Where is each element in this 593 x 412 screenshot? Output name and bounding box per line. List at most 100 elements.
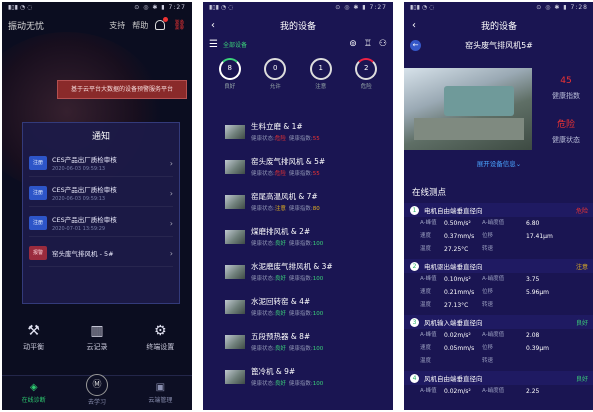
reading-label: 转速 bbox=[482, 246, 494, 252]
reading-label: 转速 bbox=[482, 358, 494, 364]
chevron-right-icon: › bbox=[169, 218, 173, 228]
device-title: 窑头废气排风机5# bbox=[465, 40, 533, 50]
balance-button[interactable]: ⚒ 动平衡 bbox=[2, 320, 65, 368]
index-label: 健康指数: bbox=[288, 346, 313, 352]
tab-cloud-management[interactable]: ▣ 云端管理 bbox=[129, 376, 192, 410]
notification-item[interactable]: 注册 CES产品出厂质检审核 2020-06-03 09:59:13 › bbox=[29, 180, 173, 207]
link-icon[interactable]: ⛓ bbox=[173, 20, 186, 31]
reading-value bbox=[526, 243, 566, 256]
status-right: ⊙ ◎ ✱ ▮ 7:27 bbox=[134, 4, 186, 11]
point-readings: A-峰值 0.02m/s² A-峭度值 2.25 bbox=[404, 385, 593, 398]
reading-value bbox=[526, 355, 566, 368]
stat-ring: 8 bbox=[218, 58, 241, 80]
device-item[interactable]: 窑头废气排风机 & 5# 健康状态:危险 健康指数:55 bbox=[203, 149, 393, 184]
device-item[interactable]: 水泥回转窑 & 4# 健康状态:良好 健康指数:100 bbox=[203, 289, 393, 324]
stat-attention[interactable]: 1 注意 bbox=[298, 54, 344, 100]
stat-allowed[interactable]: 0 允许 bbox=[253, 54, 299, 100]
device-name: 生料立磨 & 1# bbox=[251, 122, 303, 131]
status-bar: ▮▯▮ ◔ ◌ ⊙ ◎ ✱ ▮ 7:27 bbox=[203, 2, 393, 14]
device-status: 危险 bbox=[274, 136, 286, 142]
reading-value: 27.13°C bbox=[444, 302, 469, 309]
reading-value: 0.02m/s² bbox=[444, 388, 471, 395]
device-index: 80 bbox=[312, 206, 320, 212]
device-item[interactable]: 窑尾高温风机 & 7# 健康状态:注意 健康指数:80 bbox=[203, 184, 393, 219]
back-icon[interactable]: ‹ bbox=[211, 20, 215, 31]
device-index: 55 bbox=[312, 171, 320, 177]
stat-ring: 0 bbox=[264, 58, 287, 80]
tab-learn[interactable]: Ⓜ 去学习 bbox=[65, 374, 128, 410]
index-label: 健康指数: bbox=[288, 171, 313, 177]
notification-panel: 通知 注册 CES产品出厂质检审核 2020-06-03 09:59:13 › 注… bbox=[22, 122, 180, 304]
reading-value: 0.02m/s² bbox=[444, 332, 471, 339]
notification-item[interactable]: 注册 CES产品出厂质检审核 2020-07-01 13:59:29 › bbox=[29, 210, 173, 237]
stat-danger[interactable]: 2 危险 bbox=[344, 54, 390, 100]
device-status: 良好 bbox=[274, 381, 286, 387]
index-label: 健康指数: bbox=[288, 311, 313, 317]
stat-label: 良好 bbox=[224, 84, 236, 90]
reading-value bbox=[526, 299, 566, 312]
status-summary: 8 良好 0 允许 1 注意 2 危险 bbox=[203, 52, 393, 100]
reading-label: 速度 bbox=[420, 289, 432, 295]
help-link[interactable]: 帮助 bbox=[132, 20, 148, 31]
device-thumbnail bbox=[225, 229, 245, 244]
bottom-tab-bar: ◈ 在线诊断 Ⓜ 去学习 ▣ 云端管理 bbox=[2, 374, 192, 410]
support-link[interactable]: 支持 bbox=[109, 20, 125, 31]
notification-tag: 注册 bbox=[29, 216, 47, 230]
measurement-point[interactable]: 2 电机驱出端垂直径向 注意 A-峰值 0.10m/s² A-峭度值 3.75 速度 0.2… bbox=[404, 259, 593, 312]
device-item[interactable]: 篦冷机 & 9# 健康状态:良好 健康指数:100 bbox=[203, 359, 393, 394]
balance-label: 动平衡 bbox=[23, 343, 45, 351]
back-icon[interactable]: ‹ bbox=[412, 20, 416, 31]
device-item[interactable]: 水泥磨废气排风机 & 3# 健康状态:良好 健康指数:100 bbox=[203, 254, 393, 289]
device-name: 煤磨排风机 & 2# bbox=[251, 227, 311, 236]
notification-item[interactable]: 注册 CES产品出厂质检审核 2020-06-03 09:59:13 › bbox=[29, 150, 173, 177]
alarm-icon[interactable]: ♖ bbox=[364, 39, 372, 49]
reading-label: 转速 bbox=[482, 302, 494, 308]
status-bar: ▮▯▮ ◔ ◌ ⊙ ◎ ✱ ▮ 7:28 bbox=[404, 2, 593, 14]
point-number: 4 bbox=[410, 373, 419, 383]
device-filter[interactable]: 全部设备 bbox=[223, 40, 342, 49]
index-label: 健康指数: bbox=[288, 241, 313, 247]
stat-ring: 1 bbox=[309, 58, 332, 80]
cloud-record-button[interactable]: ▥ 云记录 bbox=[65, 320, 128, 368]
point-status: 危险 bbox=[575, 207, 588, 215]
measurement-point[interactable]: 3 风机输入端垂直径向 良好 A-峰值 0.02m/s² A-峭度值 2.08 速度 0.0… bbox=[404, 315, 593, 368]
reading-label: 位移 bbox=[482, 233, 494, 239]
record-icon[interactable]: ⊚ bbox=[349, 39, 357, 49]
notification-text: 窑头废气排风机 - 5# bbox=[52, 250, 114, 258]
stat-good[interactable]: 8 良好 bbox=[207, 54, 253, 100]
reading-label: 温度 bbox=[420, 302, 432, 308]
device-index: 100 bbox=[312, 276, 324, 282]
scan-icon[interactable]: ⚇ bbox=[379, 39, 387, 49]
device-item[interactable]: 煤磨排风机 & 2# 健康状态:良好 健康指数:100 bbox=[203, 219, 393, 254]
chevron-right-icon: › bbox=[169, 248, 173, 258]
device-subheader: ← 窑头废气排风机5# bbox=[404, 36, 593, 54]
tab-online-diagnosis[interactable]: ◈ 在线诊断 bbox=[2, 376, 65, 410]
section-title: 在线测点 bbox=[412, 188, 447, 198]
device-item[interactable]: 五段预热器 & 8# 健康状态:良好 健康指数:100 bbox=[203, 324, 393, 359]
device-index: 100 bbox=[312, 241, 324, 247]
terminal-settings-label: 终端设置 bbox=[146, 343, 175, 351]
measurement-point[interactable]: 1 电机自由端垂直径向 危险 A-峰值 0.50m/s² A-峭度值 6.80 速度 0.3… bbox=[404, 203, 593, 256]
reading-label: A-峰值 bbox=[420, 388, 437, 394]
learn-icon: Ⓜ bbox=[85, 374, 108, 396]
notification-item[interactable]: 报警 窑头废气排风机 - 5# › bbox=[29, 240, 173, 267]
reading-label: 速度 bbox=[420, 345, 432, 351]
status-label: 健康状态: bbox=[251, 381, 275, 387]
stat-label: 允许 bbox=[269, 84, 281, 90]
reading-value: 2.08 bbox=[526, 332, 540, 339]
device-item[interactable]: 生料立磨 & 1# 健康状态:危险 健康指数:55 bbox=[203, 114, 393, 149]
device-photo bbox=[404, 68, 532, 150]
point-status: 良好 bbox=[575, 375, 588, 383]
settings-icon: ⚙ bbox=[154, 323, 167, 339]
app-title: 振动无忧 bbox=[8, 21, 45, 32]
arrow-left-icon[interactable]: ← bbox=[410, 39, 421, 51]
bell-icon[interactable] bbox=[155, 17, 169, 30]
menu-icon[interactable]: ☰ bbox=[209, 39, 218, 50]
health-state-label: 健康状态 bbox=[552, 136, 580, 144]
point-name: 风机输入端垂直径向 bbox=[424, 319, 483, 327]
device-toolbar: ☰ 全部设备 ⊚ ♖ ⚇ bbox=[203, 36, 393, 52]
measurement-point[interactable]: 4 风机自由端垂直径向 良好 A-峰值 0.02m/s² A-峭度值 2.25 bbox=[404, 371, 593, 398]
device-name: 五段预热器 & 8# bbox=[251, 332, 311, 341]
terminal-settings-button[interactable]: ⚙ 终端设置 bbox=[129, 320, 192, 368]
expand-device-info-link[interactable]: 展开设备信息⌄ bbox=[404, 158, 593, 168]
